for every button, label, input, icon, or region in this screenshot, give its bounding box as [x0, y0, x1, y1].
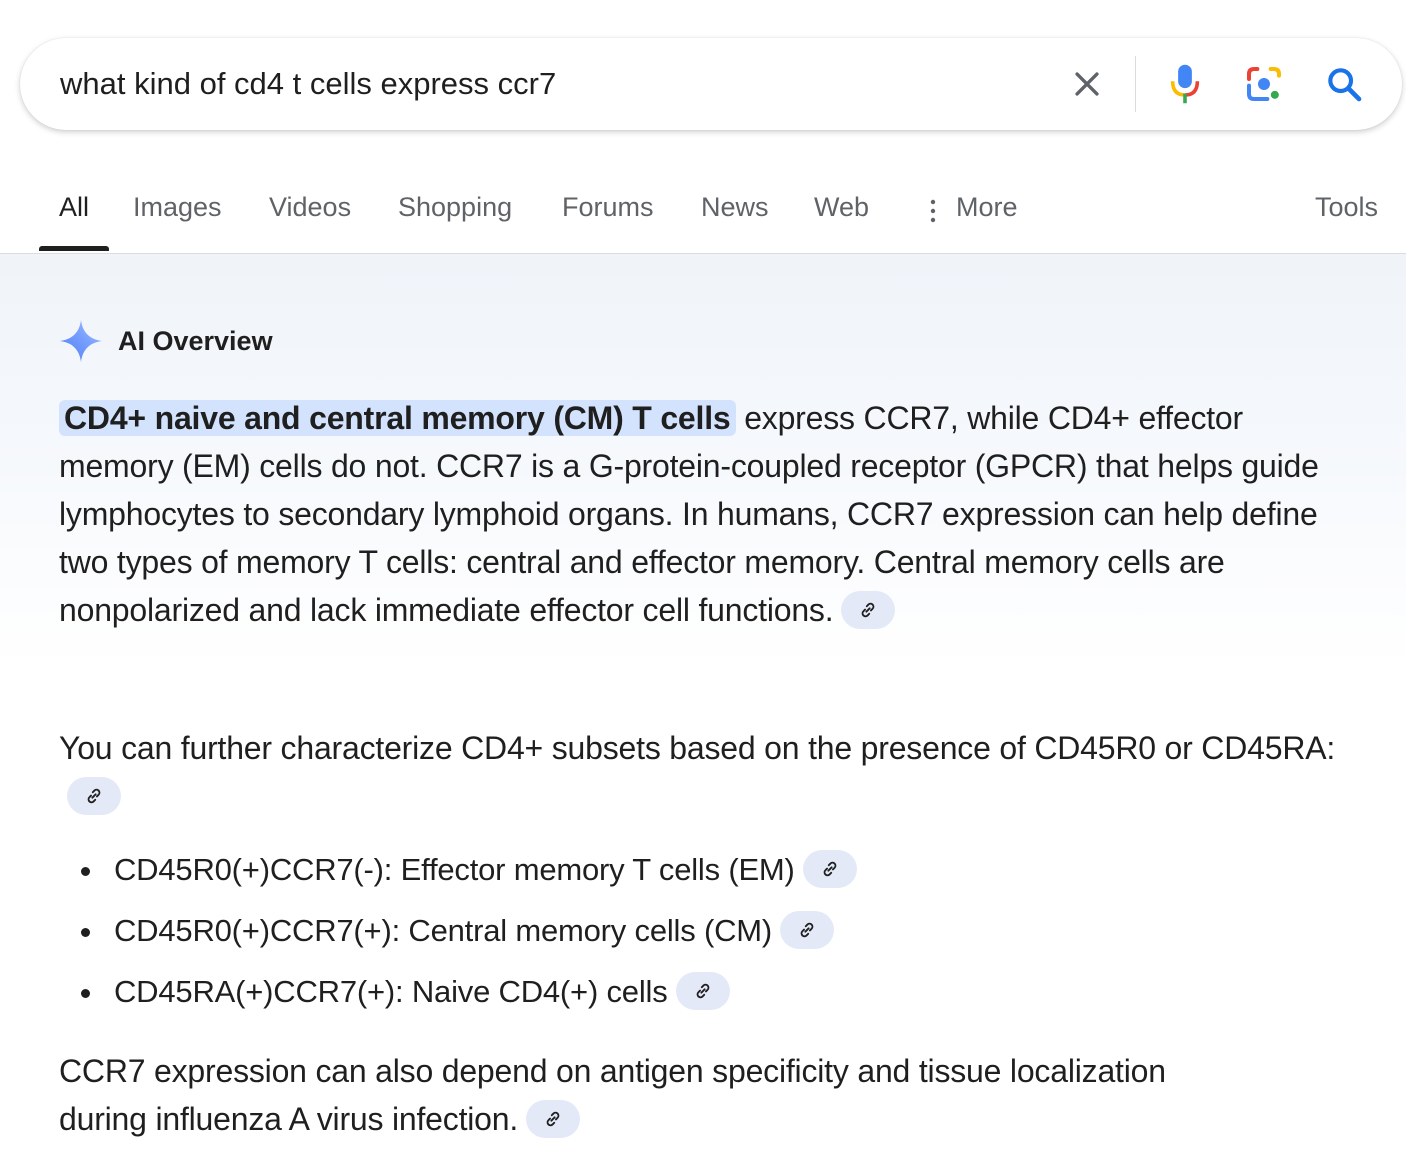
list-item: CD45R0(+)CCR7(-): Effector memory T cell… — [78, 839, 857, 900]
list-item-text: CD45R0(+)CCR7(-): Effector memory T cell… — [114, 852, 795, 887]
tab-active-indicator — [39, 246, 109, 251]
tab-web[interactable]: Web — [814, 192, 869, 223]
tab-news[interactable]: News — [701, 192, 769, 223]
search-tabs: All Images Videos Shopping Forums News W… — [0, 170, 1406, 254]
link-icon — [696, 983, 709, 998]
search-icon[interactable] — [1320, 60, 1368, 108]
list-item-text: CD45RA(+)CCR7(+): Naive CD4(+) cells — [114, 974, 668, 1009]
close-icon[interactable] — [1063, 60, 1111, 108]
link-icon — [823, 861, 837, 876]
ai-paragraph-2: You can further characterize CD4+ subset… — [59, 724, 1349, 820]
link-icon — [546, 1111, 560, 1126]
search-input[interactable] — [60, 64, 1040, 104]
paragraph-2-text: You can further characterize CD4+ subset… — [59, 730, 1336, 766]
ai-overview-header: AI Overview — [58, 318, 273, 364]
ai-paragraph-1: CD4+ naive and central memory (CM) T cel… — [59, 394, 1349, 634]
ai-overview-panel: AI Overview CD4+ naive and central memor… — [0, 254, 1406, 1174]
list-item: CD45R0(+)CCR7(+): Central memory cells (… — [78, 900, 857, 961]
more-vert-icon[interactable] — [930, 198, 936, 224]
link-icon — [862, 602, 875, 617]
google-lens-icon[interactable] — [1240, 60, 1288, 108]
gemini-sparkle-icon — [59, 319, 103, 363]
paragraph-3-text: CCR7 expression can also depend on antig… — [59, 1053, 1166, 1137]
source-link-button[interactable] — [526, 1099, 581, 1138]
link-icon — [87, 788, 101, 803]
search-bar — [20, 38, 1402, 130]
tab-all[interactable]: All — [59, 192, 89, 223]
list-item: CD45RA(+)CCR7(+): Naive CD4(+) cells — [78, 961, 857, 1022]
link-icon — [800, 922, 814, 937]
tab-forums[interactable]: Forums — [562, 192, 654, 223]
tools-button[interactable]: Tools — [1315, 192, 1378, 223]
list-item-text: CD45R0(+)CCR7(+): Central memory cells (… — [114, 913, 773, 948]
search-divider — [1135, 56, 1136, 112]
tab-shopping[interactable]: Shopping — [398, 192, 512, 223]
source-link-button[interactable] — [67, 776, 121, 815]
tab-videos[interactable]: Videos — [269, 192, 351, 223]
source-link-button[interactable] — [780, 910, 835, 949]
source-link-button[interactable] — [802, 849, 857, 888]
tab-images[interactable]: Images — [133, 192, 222, 223]
subset-list: CD45R0(+)CCR7(-): Effector memory T cell… — [78, 839, 857, 1022]
answer-highlight: CD4+ naive and central memory (CM) T cel… — [59, 400, 736, 436]
tab-more[interactable]: More — [956, 192, 1018, 223]
source-link-button[interactable] — [841, 590, 896, 629]
ai-overview-title: AI Overview — [118, 325, 273, 356]
source-link-button[interactable] — [675, 971, 730, 1010]
microphone-icon[interactable] — [1161, 60, 1209, 108]
ai-paragraph-3: CCR7 expression can also depend on antig… — [59, 1047, 1169, 1143]
